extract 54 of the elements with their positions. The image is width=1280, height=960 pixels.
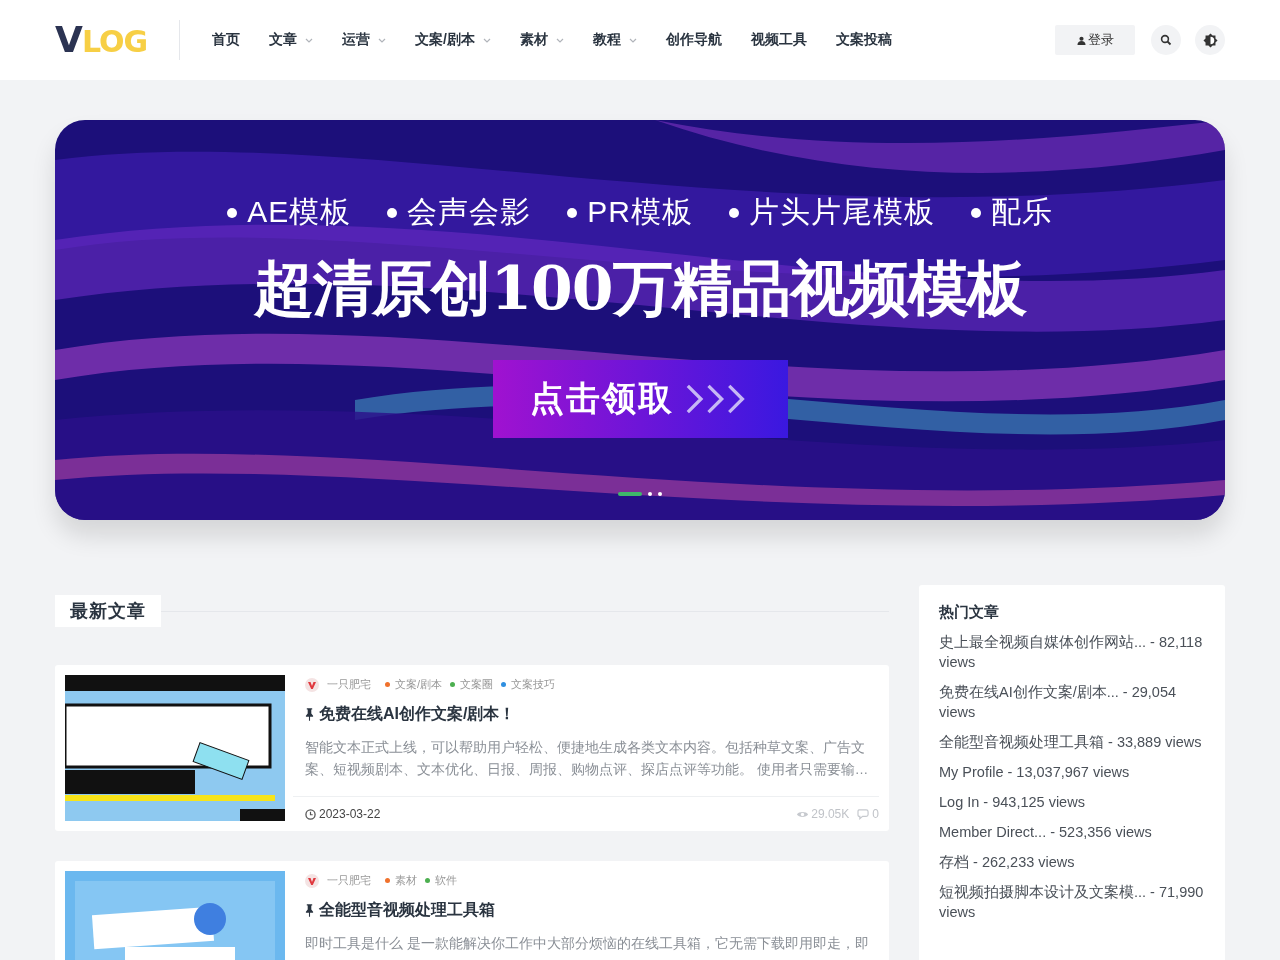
popular-post-link[interactable]: 存档 - 262,233 views [939, 852, 1205, 872]
banner-tag: 会声会影 [407, 192, 532, 233]
pin-icon [305, 904, 314, 917]
clock-icon [305, 808, 316, 820]
article-excerpt: 智能文本正式上线，可以帮助用户轻松、便捷地生成各类文本内容。包括种草文案、广告文案、短视频剧本、文本优化、日报、周报、购物点评、探店点评等功能。 使用者只需要输… [305, 739, 870, 779]
widget-title: 热门文章 [939, 603, 1000, 622]
pin-icon [305, 708, 314, 721]
section-title: 最新文章 [55, 595, 161, 627]
banner-tag: 配乐 [990, 192, 1053, 233]
bullet-icon [567, 207, 578, 218]
popular-post-link[interactable]: 全能型音视频处理工具箱 - 33,889 views [939, 732, 1205, 752]
bullet-icon [970, 207, 981, 218]
comment-icon [857, 808, 871, 820]
nav-link[interactable]: 教程 [592, 31, 637, 49]
banner-headline: 超清原创100万精品视频模板 [254, 252, 1026, 325]
site-logo[interactable]: VLOG [55, 22, 148, 58]
bullet-icon [387, 207, 398, 218]
author-avatar[interactable] [305, 677, 319, 692]
article-title[interactable]: 免费在线AI创作文案/剧本！ [305, 704, 879, 725]
popular-post-link[interactable]: 免费在线AI创作文案/剧本... - 29,054 views [939, 682, 1205, 722]
popular-post-link[interactable]: 短视频拍摄脚本设计及文案模... - 71,990 views [939, 882, 1205, 922]
login-button[interactable]: 登录 [1055, 25, 1135, 55]
view-count: 29.05K [796, 807, 850, 821]
nav-link[interactable]: 文章 [269, 31, 314, 49]
popular-post-link[interactable]: Log In - 943,125 views [939, 792, 1205, 812]
banner-tag: AE模板 [247, 192, 352, 233]
search-button[interactable] [1151, 25, 1181, 55]
banner-tag: PR模板 [587, 192, 693, 233]
nav-link[interactable]: 视频工具 [750, 31, 807, 49]
search-icon [1160, 34, 1172, 46]
banner-tag: 片头片尾模板 [748, 192, 935, 233]
nav-link[interactable]: 文案投稿 [835, 31, 892, 49]
claim-button[interactable]: 点击领取 [492, 360, 788, 438]
contrast-icon [1202, 32, 1218, 48]
theme-toggle-button[interactable] [1195, 25, 1225, 55]
slide-dot[interactable] [658, 492, 662, 496]
user-icon [1076, 35, 1086, 45]
nav-link[interactable]: 运营 [342, 31, 387, 49]
popular-post-link[interactable]: 史上最全视频自媒体创作网站... - 82,118 views [939, 632, 1205, 672]
nav-link[interactable]: 首页 [212, 31, 241, 49]
popular-post-link[interactable]: My Profile - 13,037,967 views [939, 762, 1205, 782]
post-date: 2023-03-22 [305, 807, 381, 821]
nav-link[interactable]: 文案/剧本 [415, 31, 491, 49]
article-title[interactable]: 全能型音视频处理工具箱 [305, 900, 879, 921]
author-avatar[interactable] [305, 873, 319, 888]
bullet-icon [728, 207, 739, 218]
popular-post-link[interactable]: Member Direct... - 523,356 views [939, 822, 1205, 842]
article-excerpt: 即时工具是什么 是一款能解决你工作中大部分烦恼的在线工具箱，它无需下载即用即走，即 [305, 935, 870, 953]
slide-dot[interactable] [648, 492, 652, 496]
bullet-icon [227, 207, 238, 218]
eye-icon [796, 809, 810, 819]
nav-link[interactable]: 创作导航 [665, 31, 722, 49]
comment-count: 0 [857, 807, 879, 821]
nav-link[interactable]: 素材 [519, 31, 564, 49]
